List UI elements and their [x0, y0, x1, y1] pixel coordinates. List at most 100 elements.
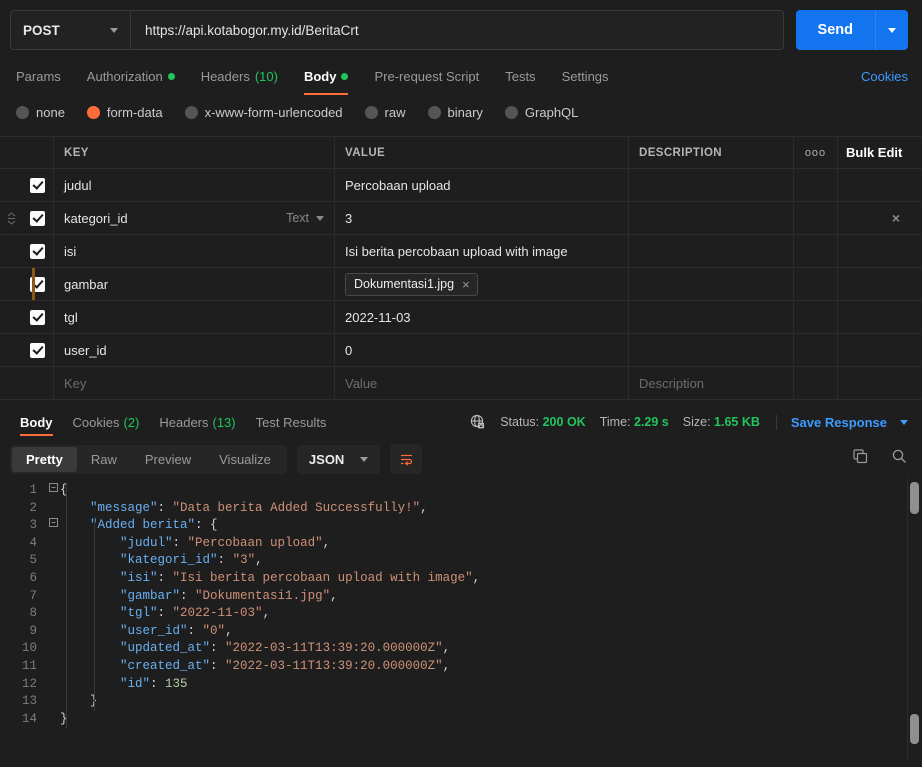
- body-type-x-www-form-urlencoded[interactable]: x-www-form-urlencoded: [184, 105, 343, 120]
- request-tab-params[interactable]: Params: [16, 60, 74, 92]
- row-checkbox-cell[interactable]: [22, 268, 54, 300]
- key-text: gambar: [64, 276, 109, 292]
- body-type-raw[interactable]: raw: [364, 105, 406, 120]
- view-mode-preview[interactable]: Preview: [131, 447, 205, 472]
- request-url-text: https://api.kotabogor.my.id/BeritaCrt: [145, 22, 359, 38]
- description-cell[interactable]: [629, 268, 794, 300]
- save-response-label: Save Response: [790, 414, 887, 430]
- description-cell[interactable]: [629, 202, 794, 234]
- copy-icon[interactable]: [852, 448, 869, 470]
- indent-guide: [94, 517, 95, 711]
- response-body-code[interactable]: 1{2 "message": "Data berita Added Succes…: [0, 478, 922, 760]
- body-type-form-data[interactable]: form-data: [86, 105, 163, 120]
- fold-toggle-icon[interactable]: [46, 482, 60, 500]
- key-cell[interactable]: tgl: [54, 301, 335, 333]
- code-line: 14}: [0, 711, 922, 729]
- cookies-link[interactable]: Cookies: [861, 69, 908, 84]
- remove-file-icon[interactable]: ×: [462, 277, 470, 292]
- key-cell[interactable]: isi: [54, 235, 335, 267]
- request-tab-settings[interactable]: Settings: [549, 60, 622, 92]
- row-checkbox-cell[interactable]: [22, 169, 54, 201]
- key-cell[interactable]: user_id: [54, 334, 335, 366]
- value-cell[interactable]: 0: [335, 334, 629, 366]
- value-cell-placeholder[interactable]: Value: [335, 367, 629, 399]
- row-checkbox-cell[interactable]: [22, 202, 54, 234]
- body-type-GraphQL[interactable]: GraphQL: [504, 105, 578, 120]
- description-cell[interactable]: [629, 334, 794, 366]
- description-cell[interactable]: [629, 235, 794, 267]
- value-cell[interactable]: Dokumentasi1.jpg ×: [335, 268, 629, 300]
- code-scrollbar-thumb-secondary[interactable]: [910, 714, 919, 744]
- value-cell[interactable]: 2022-11-03: [335, 301, 629, 333]
- checkbox-icon[interactable]: [30, 177, 45, 193]
- save-response-button[interactable]: Save Response: [775, 414, 908, 430]
- description-cell[interactable]: [629, 301, 794, 333]
- key-text: user_id: [64, 342, 107, 358]
- radio-icon: [16, 105, 29, 119]
- request-tab-label: Headers: [200, 68, 250, 84]
- response-format-select[interactable]: JSON: [296, 444, 381, 474]
- drag-handle-icon: [0, 334, 22, 366]
- send-button[interactable]: Send: [796, 10, 875, 50]
- key-cell[interactable]: judul: [54, 169, 335, 201]
- key-cell[interactable]: gambar: [54, 268, 335, 300]
- view-mode-pretty[interactable]: Pretty: [12, 446, 77, 472]
- checkbox-icon[interactable]: [30, 210, 45, 226]
- search-icon[interactable]: [891, 448, 908, 470]
- request-tab-pre-request-script[interactable]: Pre-request Script: [361, 60, 492, 92]
- view-mode-segmented: Pretty Raw Preview Visualize: [10, 444, 287, 474]
- body-type-none[interactable]: none: [16, 105, 65, 120]
- wrap-lines-button[interactable]: [390, 444, 423, 474]
- response-tab-headers[interactable]: Headers (13): [149, 404, 245, 440]
- checkbox-icon[interactable]: [30, 243, 45, 259]
- view-mode-visualize[interactable]: Visualize: [205, 447, 285, 472]
- time-label: Time:: [599, 415, 631, 429]
- send-options-button[interactable]: [875, 10, 908, 50]
- request-tab-authorization[interactable]: Authorization: [74, 60, 188, 92]
- value-cell[interactable]: 3: [335, 202, 629, 234]
- line-number: 8: [29, 606, 37, 621]
- delete-row-icon[interactable]: ×: [892, 210, 900, 226]
- radio-icon: [184, 105, 198, 119]
- status-dot-icon: [167, 72, 175, 80]
- key-cell-placeholder[interactable]: Key: [54, 367, 335, 399]
- value-cell[interactable]: Isi berita percobaan upload with image: [335, 235, 629, 267]
- row-checkbox-cell[interactable]: [22, 301, 54, 333]
- request-url-input[interactable]: https://api.kotabogor.my.id/BeritaCrt: [131, 11, 783, 49]
- checkbox-icon[interactable]: [30, 309, 45, 325]
- response-tab-body[interactable]: Body: [10, 404, 63, 440]
- indent-guide: [66, 482, 67, 729]
- http-method-select[interactable]: POST: [11, 11, 131, 49]
- status-meta: Status: 200 OK: [500, 415, 586, 429]
- request-tab-headers[interactable]: Headers (10): [188, 60, 291, 92]
- code-scrollbar-thumb[interactable]: [910, 482, 919, 514]
- view-mode-raw[interactable]: Raw: [77, 447, 131, 472]
- row-checkbox-cell[interactable]: [22, 334, 54, 366]
- request-tab-tests[interactable]: Tests: [492, 60, 548, 92]
- value-type-select[interactable]: Text: [286, 211, 324, 225]
- chevron-down-icon: [316, 215, 324, 221]
- key-text: tgl: [64, 309, 78, 325]
- description-cell[interactable]: [629, 169, 794, 201]
- size-label: Size:: [682, 415, 711, 429]
- description-cell-placeholder[interactable]: Description: [629, 367, 794, 399]
- checkbox-icon[interactable]: [30, 342, 45, 358]
- code-scrollbar-track[interactable]: [907, 478, 922, 760]
- code-text: "isi": "Isi berita percobaan upload with…: [120, 570, 481, 585]
- drag-handle-icon[interactable]: [0, 202, 22, 234]
- body-type-label: binary: [447, 104, 483, 120]
- response-tab-test-results[interactable]: Test Results: [246, 404, 337, 440]
- response-tab-cookies[interactable]: Cookies (2): [63, 404, 150, 440]
- value-cell[interactable]: Percobaan upload: [335, 169, 629, 201]
- key-cell[interactable]: kategori_id Text: [54, 202, 335, 234]
- request-tab-body[interactable]: Body: [291, 60, 362, 95]
- fold-toggle-icon[interactable]: [46, 517, 60, 535]
- drag-column-header: [0, 137, 22, 168]
- drag-handle-icon: [0, 235, 22, 267]
- bulk-edit-button[interactable]: Bulk Edit: [838, 137, 922, 168]
- code-line: 11 "created_at": "2022-03-11T13:39:20.00…: [0, 658, 922, 676]
- body-type-binary[interactable]: binary: [427, 104, 483, 120]
- line-number: 7: [29, 588, 37, 603]
- row-checkbox-cell[interactable]: [22, 235, 54, 267]
- more-options-button[interactable]: ooo: [794, 137, 838, 168]
